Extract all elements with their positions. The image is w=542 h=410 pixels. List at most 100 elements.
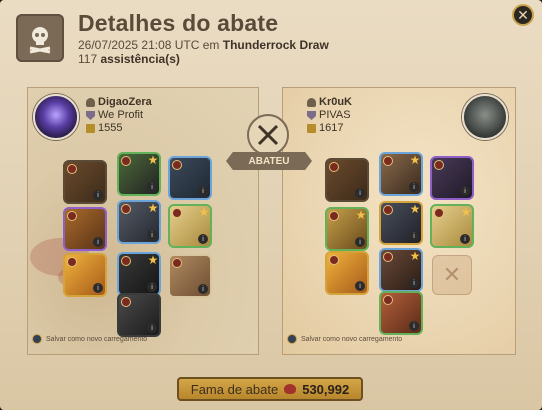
equip-shoes[interactable]: ★ i: [379, 248, 423, 292]
equip-offhand[interactable]: ★ i: [430, 204, 474, 248]
quality-icon: [67, 211, 77, 221]
enchant-icon: i: [198, 234, 208, 244]
star-icon: ★: [409, 153, 421, 167]
save-loadout-label: Salvar como novo carregamento: [46, 335, 148, 343]
assists-label: assistência(s): [100, 52, 180, 66]
enchant-icon: i: [409, 278, 419, 288]
kill-details-window: Detalhes do abate 26/07/2025 21:08 UTC e…: [0, 0, 542, 410]
quality-icon: [329, 255, 339, 265]
enchant-icon: i: [147, 282, 157, 292]
quality-icon: [121, 297, 131, 307]
enchant-icon: i: [355, 237, 365, 247]
quality-icon: [383, 295, 393, 305]
cutlery-icon: ✕: [442, 262, 462, 287]
kill-timestamp-location: 26/07/2025 21:08 UTC em Thunderrock Draw: [78, 38, 329, 52]
equip-head[interactable]: ★ i: [379, 152, 423, 196]
victim-guild[interactable]: PIVAS: [319, 109, 351, 122]
equip-mount[interactable]: i: [117, 293, 161, 337]
quality-icon: [172, 160, 182, 170]
player-icon: [307, 98, 316, 107]
quality-icon: [329, 162, 339, 172]
killer-info: DigaoZera We Profit 1555: [86, 96, 152, 135]
victim-name[interactable]: Kr0uK: [319, 96, 352, 109]
kill-fame-bar: Fama de abate 530,992: [177, 377, 363, 401]
enchant-icon: i: [147, 323, 157, 333]
crossed-swords-icon: [247, 114, 289, 156]
skull-crossbones-icon: [16, 14, 64, 62]
star-icon: ★: [147, 201, 159, 215]
killer-guild[interactable]: We Profit: [98, 109, 143, 122]
quality-icon: [121, 156, 131, 166]
assists-number: 117: [78, 52, 98, 66]
victim-avatar[interactable]: [462, 94, 508, 140]
star-icon: ★: [409, 249, 421, 263]
item-power-icon: [86, 124, 95, 133]
save-icon: [32, 334, 42, 344]
killed-banner: ABATEU: [226, 152, 312, 170]
equip-armor[interactable]: ★ i: [379, 201, 423, 245]
equip-armor[interactable]: ★ i: [117, 200, 161, 244]
page-title: Detalhes do abate: [78, 10, 279, 36]
enchant-icon: i: [147, 230, 157, 240]
quality-icon: [121, 256, 131, 266]
enchant-icon: i: [355, 281, 365, 291]
kill-timestamp: 26/07/2025 21:08 UTC em: [78, 38, 220, 52]
equip-food[interactable]: i: [63, 253, 107, 297]
equip-head[interactable]: ★ i: [117, 152, 161, 196]
quality-icon: [434, 208, 444, 218]
star-icon: ★: [460, 205, 472, 219]
quality-icon: [172, 258, 182, 268]
equip-potion[interactable]: i: [168, 254, 212, 298]
kill-location: Thunderrock Draw: [222, 38, 329, 52]
close-icon: ✕: [517, 6, 529, 23]
enchant-icon: i: [355, 188, 365, 198]
quality-icon: [383, 156, 393, 166]
victim-save-loadout[interactable]: Salvar como novo carregamento: [287, 334, 402, 344]
equip-mainhand[interactable]: i: [63, 207, 107, 251]
save-loadout-label: Salvar como novo carregamento: [301, 335, 403, 343]
quality-icon: [67, 257, 77, 267]
equip-cape[interactable]: i: [168, 156, 212, 200]
equip-mainhand[interactable]: ★ i: [325, 207, 369, 251]
victim-item-power: 1617: [319, 122, 344, 134]
assists-count: 117 assistência(s): [78, 52, 180, 66]
victim-info: Kr0uK PIVAS 1617: [307, 96, 352, 135]
killer-panel: DigaoZera We Profit 1555 i ★ i i i ★ i ★ i …: [27, 87, 259, 355]
quality-icon: [329, 211, 339, 221]
guild-shield-icon: [86, 111, 95, 120]
enchant-icon: i: [93, 190, 103, 200]
enchant-icon: i: [147, 182, 157, 192]
star-icon: ★: [147, 253, 159, 267]
save-icon: [287, 334, 297, 344]
equip-mount[interactable]: i: [379, 291, 423, 335]
quality-icon: [121, 204, 131, 214]
close-button[interactable]: ✕: [512, 4, 534, 26]
fame-label: Fama de abate: [190, 381, 279, 397]
killer-save-loadout[interactable]: Salvar como novo carregamento: [32, 334, 147, 344]
equip-offhand[interactable]: ★ i: [168, 204, 212, 248]
equip-bag[interactable]: i: [325, 158, 369, 202]
killer-avatar[interactable]: [33, 94, 79, 140]
quality-icon: [172, 208, 182, 218]
enchant-icon: i: [93, 283, 103, 293]
enchant-icon: i: [409, 231, 419, 241]
enchant-icon: i: [93, 237, 103, 247]
equip-shoes[interactable]: ★ i: [117, 252, 161, 296]
star-icon: ★: [355, 208, 367, 222]
quality-icon: [383, 252, 393, 262]
quality-icon: [383, 205, 393, 215]
killer-item-power: 1555: [98, 122, 123, 134]
enchant-icon: i: [409, 321, 419, 331]
equip-cape[interactable]: i: [430, 156, 474, 200]
item-power-icon: [307, 124, 316, 133]
killer-name[interactable]: DigaoZera: [98, 96, 152, 109]
enchant-icon: i: [198, 186, 208, 196]
equip-food[interactable]: i: [325, 251, 369, 295]
player-icon: [86, 98, 95, 107]
equip-bag[interactable]: i: [63, 160, 107, 204]
enchant-icon: i: [409, 182, 419, 192]
star-icon: ★: [409, 202, 421, 216]
enchant-icon: i: [460, 186, 470, 196]
victim-panel: Kr0uK PIVAS 1617 i ★ i i ★ i ★ i ★ i i ★ i ✕ …: [282, 87, 516, 355]
empty-potion-slot: ✕: [432, 255, 472, 295]
